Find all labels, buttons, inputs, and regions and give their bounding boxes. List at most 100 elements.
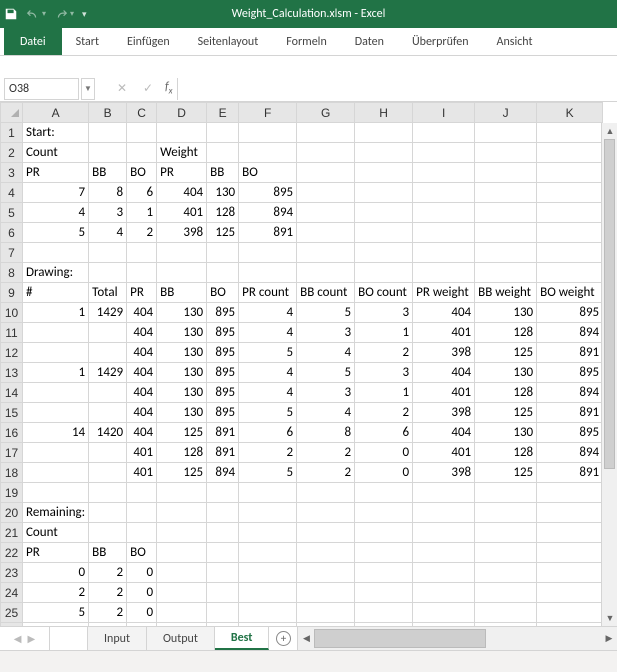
cell-D10[interactable]: 130 xyxy=(157,303,207,323)
cell-K21[interactable] xyxy=(537,523,603,543)
cell-B23[interactable]: 2 xyxy=(89,563,127,583)
cell-G3[interactable] xyxy=(297,163,355,183)
cell-A10[interactable]: 1 xyxy=(23,303,89,323)
cell-K8[interactable] xyxy=(537,263,603,283)
ribbon-tab-ansicht[interactable]: Ansicht xyxy=(483,28,547,55)
cell-E22[interactable] xyxy=(207,543,239,563)
cell-H5[interactable] xyxy=(355,203,413,223)
cell-I5[interactable] xyxy=(413,203,475,223)
cell-G8[interactable] xyxy=(297,263,355,283)
worksheet-grid[interactable]: ABCDEFGHIJK1Start:2CountWeight3PRBBBOPRB… xyxy=(0,102,603,626)
cell-I14[interactable]: 401 xyxy=(413,383,475,403)
row-header-25[interactable]: 25 xyxy=(1,603,23,623)
cell-E10[interactable]: 895 xyxy=(207,303,239,323)
undo-button[interactable]: ▾ xyxy=(26,7,46,21)
vertical-scroll-thumb[interactable] xyxy=(604,139,615,469)
cell-A12[interactable] xyxy=(23,343,89,363)
sheet-nav-prev-icon[interactable]: ◀ xyxy=(14,632,22,645)
cell-D4[interactable]: 404 xyxy=(157,183,207,203)
cell-H14[interactable]: 1 xyxy=(355,383,413,403)
cell-F7[interactable] xyxy=(239,243,297,263)
cell-G22[interactable] xyxy=(297,543,355,563)
cell-F2[interactable] xyxy=(239,143,297,163)
fx-icon[interactable]: fx xyxy=(161,80,177,96)
cell-K13[interactable]: 895 xyxy=(537,363,603,383)
sheet-tab-output[interactable]: Output xyxy=(147,627,215,650)
sheet-nav-buttons[interactable]: ◀ ▶ xyxy=(0,627,50,650)
cell-D14[interactable]: 130 xyxy=(157,383,207,403)
cell-I25[interactable] xyxy=(413,603,475,623)
vertical-scrollbar[interactable]: ▲ ▼ xyxy=(601,123,617,626)
cell-K23[interactable] xyxy=(537,563,603,583)
row-header-10[interactable]: 10 xyxy=(1,303,23,323)
cell-C10[interactable]: 404 xyxy=(127,303,157,323)
cell-D9[interactable]: BB xyxy=(157,283,207,303)
cell-E6[interactable]: 125 xyxy=(207,223,239,243)
cell-F10[interactable]: 4 xyxy=(239,303,297,323)
cell-A24[interactable]: 2 xyxy=(23,583,89,603)
cell-A4[interactable]: 7 xyxy=(23,183,89,203)
cell-I11[interactable]: 401 xyxy=(413,323,475,343)
cell-H15[interactable]: 2 xyxy=(355,403,413,423)
cell-F9[interactable]: PR count xyxy=(239,283,297,303)
cell-B18[interactable] xyxy=(89,463,127,483)
cell-I10[interactable]: 404 xyxy=(413,303,475,323)
cell-E9[interactable]: BO xyxy=(207,283,239,303)
cell-G15[interactable]: 4 xyxy=(297,403,355,423)
sheet-tab-input[interactable]: Input xyxy=(88,627,147,650)
cell-H26[interactable] xyxy=(355,623,413,627)
cell-J7[interactable] xyxy=(475,243,537,263)
cell-D8[interactable] xyxy=(157,263,207,283)
cell-I1[interactable] xyxy=(413,123,475,143)
cell-I7[interactable] xyxy=(413,243,475,263)
ribbon-tab-formeln[interactable]: Formeln xyxy=(272,28,340,55)
cell-C7[interactable] xyxy=(127,243,157,263)
cell-K14[interactable]: 894 xyxy=(537,383,603,403)
cell-I13[interactable]: 404 xyxy=(413,363,475,383)
cell-A26[interactable] xyxy=(23,623,89,627)
cell-F5[interactable]: 894 xyxy=(239,203,297,223)
cell-F20[interactable] xyxy=(239,503,297,523)
cell-K16[interactable]: 895 xyxy=(537,423,603,443)
select-all-corner[interactable] xyxy=(1,103,23,123)
cell-A21[interactable]: Count xyxy=(23,523,89,543)
col-header-D[interactable]: D xyxy=(157,103,207,123)
cell-D15[interactable]: 130 xyxy=(157,403,207,423)
cell-D17[interactable]: 128 xyxy=(157,443,207,463)
cell-E2[interactable] xyxy=(207,143,239,163)
cell-F22[interactable] xyxy=(239,543,297,563)
cell-H3[interactable] xyxy=(355,163,413,183)
cell-D16[interactable]: 125 xyxy=(157,423,207,443)
cell-A2[interactable]: Count xyxy=(23,143,89,163)
redo-button[interactable]: ▾ xyxy=(54,7,74,21)
cell-H11[interactable]: 1 xyxy=(355,323,413,343)
cell-F14[interactable]: 4 xyxy=(239,383,297,403)
cell-H9[interactable]: BO count xyxy=(355,283,413,303)
cell-D11[interactable]: 130 xyxy=(157,323,207,343)
cell-K25[interactable] xyxy=(537,603,603,623)
ribbon-tab-überprüfen[interactable]: Überprüfen xyxy=(398,28,483,55)
cell-G21[interactable] xyxy=(297,523,355,543)
cell-D3[interactable]: PR xyxy=(157,163,207,183)
cell-A15[interactable] xyxy=(23,403,89,423)
cell-E4[interactable]: 130 xyxy=(207,183,239,203)
cell-I6[interactable] xyxy=(413,223,475,243)
cell-A18[interactable] xyxy=(23,463,89,483)
cell-A7[interactable] xyxy=(23,243,89,263)
cell-J4[interactable] xyxy=(475,183,537,203)
cell-D20[interactable] xyxy=(157,503,207,523)
cell-K11[interactable]: 894 xyxy=(537,323,603,343)
cell-K10[interactable]: 895 xyxy=(537,303,603,323)
row-header-5[interactable]: 5 xyxy=(1,203,23,223)
cell-J22[interactable] xyxy=(475,543,537,563)
cell-B10[interactable]: 1429 xyxy=(89,303,127,323)
cell-I23[interactable] xyxy=(413,563,475,583)
cell-K26[interactable] xyxy=(537,623,603,627)
cell-A19[interactable] xyxy=(23,483,89,503)
cell-B17[interactable] xyxy=(89,443,127,463)
cell-D1[interactable] xyxy=(157,123,207,143)
cell-C15[interactable]: 404 xyxy=(127,403,157,423)
cell-E1[interactable] xyxy=(207,123,239,143)
cell-G9[interactable]: BB count xyxy=(297,283,355,303)
col-header-I[interactable]: I xyxy=(413,103,475,123)
